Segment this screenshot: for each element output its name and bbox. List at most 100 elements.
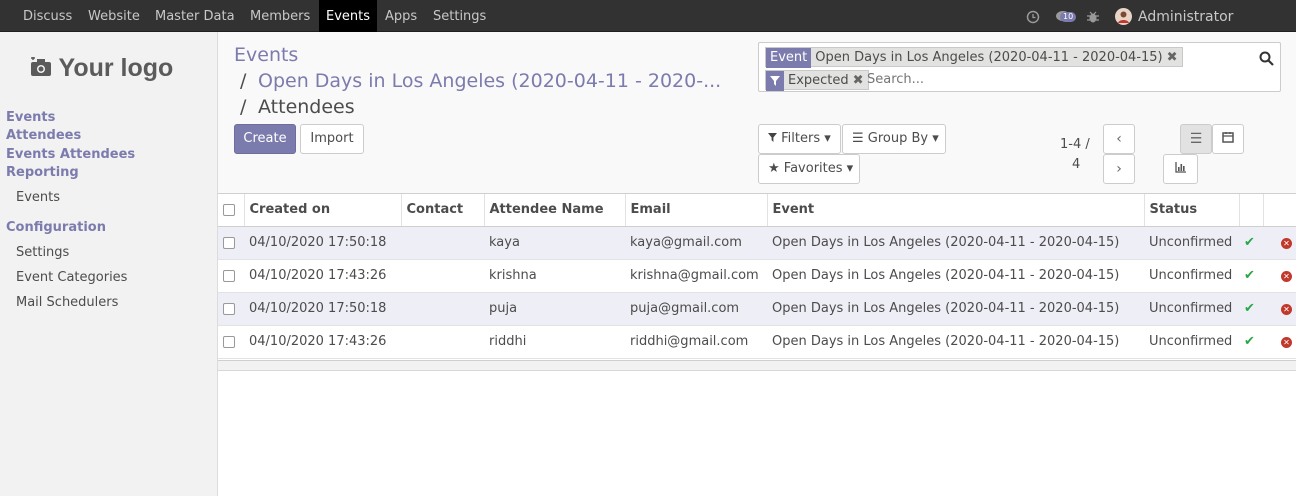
cell-status: Unconfirmed — [1144, 292, 1239, 326]
breadcrumb-event[interactable]: Open Days in Los Angeles (2020-04-11 - 2… — [258, 70, 721, 92]
list-view-button[interactable]: ☰ — [1180, 124, 1212, 154]
menu-discuss[interactable]: Discuss — [23, 0, 72, 32]
sidebar-item-events-attendees[interactable]: Events Attendees — [6, 147, 135, 162]
check-icon: ✔ — [1244, 301, 1255, 316]
cell-created-on: 04/10/2020 17:43:26 — [244, 259, 401, 293]
sidebar: Your logo Events Attendees Events Attend… — [0, 32, 218, 496]
cancel-button[interactable]: ✕ — [1263, 325, 1296, 359]
create-button[interactable]: Create — [234, 124, 296, 154]
table-row[interactable]: 04/10/2020 17:50:18 kaya kaya@gmail.com … — [218, 226, 1296, 260]
menu-apps[interactable]: Apps — [385, 0, 417, 32]
menu-master-data[interactable]: Master Data — [155, 0, 235, 32]
star-icon: ★ — [768, 161, 780, 176]
favorites-label: Favorites — [783, 161, 843, 176]
calendar-icon — [1222, 132, 1234, 143]
select-all-checkbox[interactable] — [223, 203, 235, 216]
search-icon[interactable] — [1259, 51, 1274, 70]
debug-bug-icon[interactable] — [1086, 0, 1100, 32]
menu-events[interactable]: Events — [319, 0, 378, 32]
search-facet-expected[interactable]: Expected ✖ — [765, 70, 869, 91]
cell-status: Unconfirmed — [1144, 259, 1239, 293]
column-cancel — [1263, 194, 1296, 227]
row-checkbox-cell[interactable] — [218, 226, 244, 260]
cancel-button[interactable]: ✕ — [1263, 226, 1296, 260]
pager-previous-button[interactable]: ‹ — [1103, 124, 1135, 154]
sidebar-item-events[interactable]: Events — [6, 110, 55, 125]
filters-label: Filters — [781, 131, 821, 146]
favorites-dropdown[interactable]: ★ Favorites ▾ — [758, 154, 860, 184]
row-checkbox-cell[interactable] — [218, 292, 244, 326]
sidebar-item-settings[interactable]: Settings — [16, 245, 69, 260]
facet-remove-icon[interactable]: ✖ — [1167, 50, 1178, 65]
cancel-circle-icon: ✕ — [1281, 238, 1292, 249]
sidebar-item-attendees[interactable]: Attendees — [6, 128, 81, 143]
cell-contact — [401, 226, 484, 260]
column-event[interactable]: Event — [767, 194, 1145, 227]
user-avatar[interactable] — [1115, 0, 1132, 32]
confirm-button[interactable]: ✔ — [1239, 226, 1263, 260]
table-row[interactable]: 04/10/2020 17:43:26 krishna krishna@gmai… — [218, 259, 1296, 293]
cell-created-on: 04/10/2020 17:43:26 — [244, 325, 401, 359]
sidebar-item-mail-schedulers[interactable]: Mail Schedulers — [16, 295, 118, 310]
search-facet-event[interactable]: Event Open Days in Los Angeles (2020-04-1… — [765, 47, 1183, 68]
column-email[interactable]: Email — [625, 194, 768, 227]
import-button[interactable]: Import — [300, 124, 364, 154]
cancel-circle-icon: ✕ — [1281, 304, 1292, 315]
table-header-row: Created on Contact Attendee Name Email E… — [218, 194, 1296, 227]
cancel-button[interactable]: ✕ — [1263, 292, 1296, 326]
row-checkbox[interactable] — [223, 269, 235, 282]
column-status[interactable]: Status — [1144, 194, 1240, 227]
facet-value-expected: Expected — [788, 73, 849, 88]
menu-website[interactable]: Website — [88, 0, 140, 32]
bar-chart-icon — [1174, 162, 1186, 173]
breadcrumb-events[interactable]: Events — [234, 44, 298, 66]
select-all-checkbox-cell[interactable] — [218, 194, 245, 227]
row-checkbox-cell[interactable] — [218, 259, 244, 293]
group-by-label: Group By — [867, 131, 929, 146]
row-checkbox[interactable] — [223, 302, 235, 315]
cell-attendee-name: kaya — [484, 226, 625, 260]
column-created-on[interactable]: Created on — [244, 194, 402, 227]
confirm-button[interactable]: ✔ — [1239, 292, 1263, 326]
user-menu-label[interactable]: Administrator (cp_co... — [1138, 0, 1296, 59]
top-navbar: Discuss Website Master Data Members Even… — [0, 0, 1296, 59]
facet-value-event: Open Days in Los Angeles (2020-04-11 - 2… — [815, 50, 1163, 65]
cancel-circle-icon: ✕ — [1281, 271, 1292, 282]
cell-email: riddhi@gmail.com — [625, 325, 767, 359]
table-footer — [218, 360, 1296, 371]
breadcrumb-separator-1: / — [240, 70, 247, 92]
search-input[interactable] — [867, 72, 1167, 87]
confirm-button[interactable]: ✔ — [1239, 259, 1263, 293]
row-checkbox[interactable] — [223, 236, 235, 249]
table-row[interactable]: 04/10/2020 17:43:26 riddhi riddhi@gmail.… — [218, 325, 1296, 359]
cell-created-on: 04/10/2020 17:50:18 — [244, 226, 401, 260]
chevron-left-icon: ‹ — [1116, 131, 1122, 147]
cell-contact — [401, 325, 484, 359]
menu-settings[interactable]: Settings — [433, 0, 486, 32]
row-checkbox-cell[interactable] — [218, 325, 244, 359]
check-icon: ✔ — [1244, 235, 1255, 250]
facet-remove-icon[interactable]: ✖ — [853, 73, 864, 88]
group-by-dropdown[interactable]: ☰ Group By ▾ — [842, 124, 946, 154]
activity-clock-icon[interactable] — [1026, 0, 1040, 32]
cell-contact — [401, 259, 484, 293]
filters-dropdown[interactable]: Filters ▾ — [758, 124, 841, 154]
row-checkbox[interactable] — [223, 335, 235, 348]
sidebar-item-event-categories[interactable]: Event Categories — [16, 270, 127, 285]
company-logo: Your logo — [30, 54, 173, 83]
cell-attendee-name: krishna — [484, 259, 625, 293]
messages-count-badge: 10 — [1060, 12, 1077, 22]
confirm-button[interactable]: ✔ — [1239, 325, 1263, 359]
graph-view-button[interactable] — [1163, 154, 1198, 184]
sidebar-item-reporting-events[interactable]: Events — [16, 190, 60, 205]
check-icon: ✔ — [1244, 268, 1255, 283]
cancel-button[interactable]: ✕ — [1263, 259, 1296, 293]
menu-members[interactable]: Members — [250, 0, 310, 32]
cell-event: Open Days in Los Angeles (2020-04-11 - 2… — [767, 292, 1144, 326]
column-attendee-name[interactable]: Attendee Name — [484, 194, 626, 227]
pager-next-button[interactable]: › — [1103, 154, 1135, 184]
logo-text: Your logo — [58, 54, 174, 82]
table-row[interactable]: 04/10/2020 17:50:18 puja puja@gmail.com … — [218, 292, 1296, 326]
column-contact[interactable]: Contact — [401, 194, 485, 227]
calendar-view-button[interactable] — [1212, 124, 1244, 154]
